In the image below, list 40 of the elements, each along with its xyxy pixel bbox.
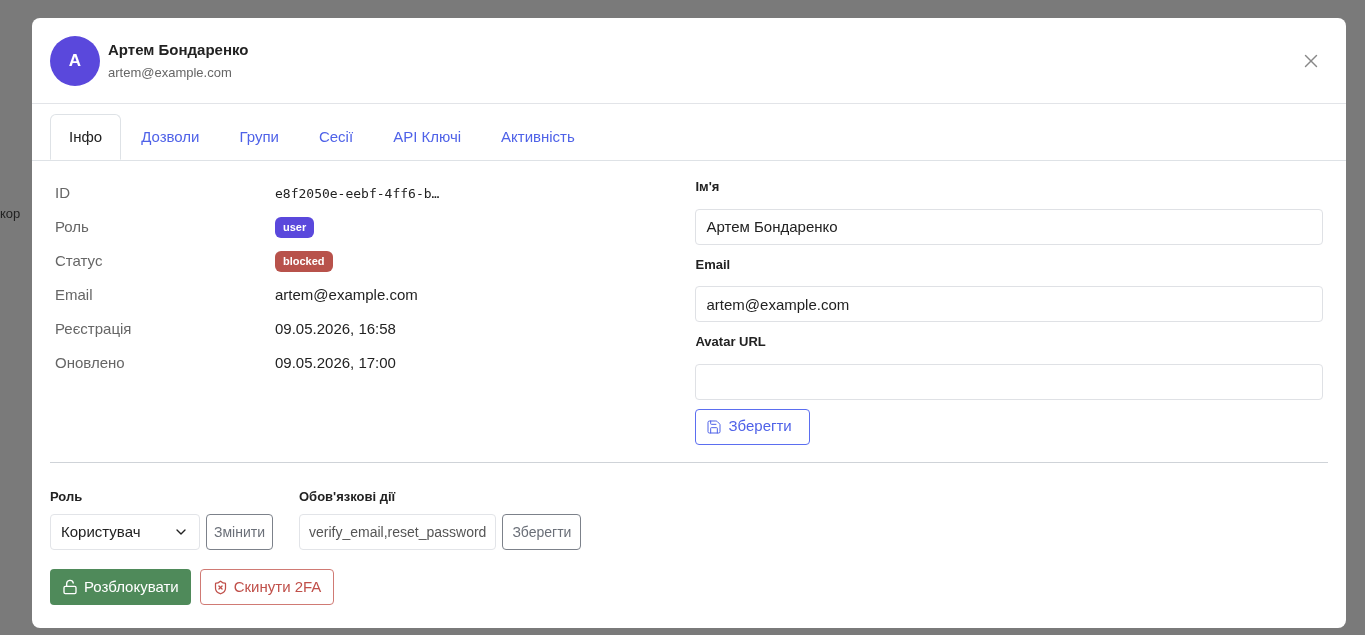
user-name: Артем Бондаренко [108, 39, 249, 60]
change-button[interactable]: Змінити [206, 514, 273, 550]
reset-2fa-button[interactable]: Скинути 2FA [199, 569, 335, 605]
save-actions-button[interactable]: Зберегти [502, 514, 582, 550]
field-label: Email [695, 255, 732, 274]
save-icon [706, 418, 723, 435]
tab[interactable]: Групи [219, 114, 299, 160]
input-field[interactable]: artem@example.com [695, 286, 1323, 322]
id-value: e8f2050e-eebf-4ff6-b… [275, 184, 440, 203]
info-label: Статус [55, 251, 104, 272]
input-field[interactable]: verify_email,reset_password [299, 514, 497, 550]
info-value: artem@example.com [275, 285, 418, 306]
status-badge: user [275, 217, 315, 238]
role-label: Роль [50, 487, 84, 506]
tab[interactable]: Інфо [50, 114, 122, 160]
info-value: 09.05.2026, 17:00 [275, 353, 396, 374]
info-label: Оновлено [55, 353, 126, 374]
input-field[interactable]: Артем Бондаренко [695, 208, 1323, 245]
input-field[interactable] [695, 363, 1323, 400]
required-actions-label: Обов'язкові дії [299, 487, 397, 506]
role-select[interactable]: Користувач [50, 514, 200, 550]
tab[interactable]: API Ключі [373, 114, 482, 160]
info-label: ID [55, 183, 71, 204]
tab[interactable]: Сесії [298, 114, 374, 160]
tab[interactable]: Активність [481, 114, 595, 160]
info-label: Реєстрація [55, 319, 133, 340]
background-text: кор [0, 205, 21, 223]
save-button[interactable]: Зберегти [695, 408, 811, 445]
unlock-icon [62, 579, 78, 595]
info-label: Email [55, 285, 94, 306]
user-email: artem@example.com [108, 64, 233, 82]
shield-icon [212, 579, 228, 595]
avatar: A [50, 35, 100, 86]
field-label: Ім'я [695, 178, 721, 196]
tab[interactable]: Дозволи [121, 114, 220, 160]
status-badge: blocked [275, 251, 333, 272]
field-label: Avatar URL [695, 333, 767, 351]
unlock-button[interactable]: Розблокувати [50, 569, 191, 605]
info-label: Роль [55, 217, 90, 238]
info-value: 09.05.2026, 16:58 [275, 319, 396, 340]
